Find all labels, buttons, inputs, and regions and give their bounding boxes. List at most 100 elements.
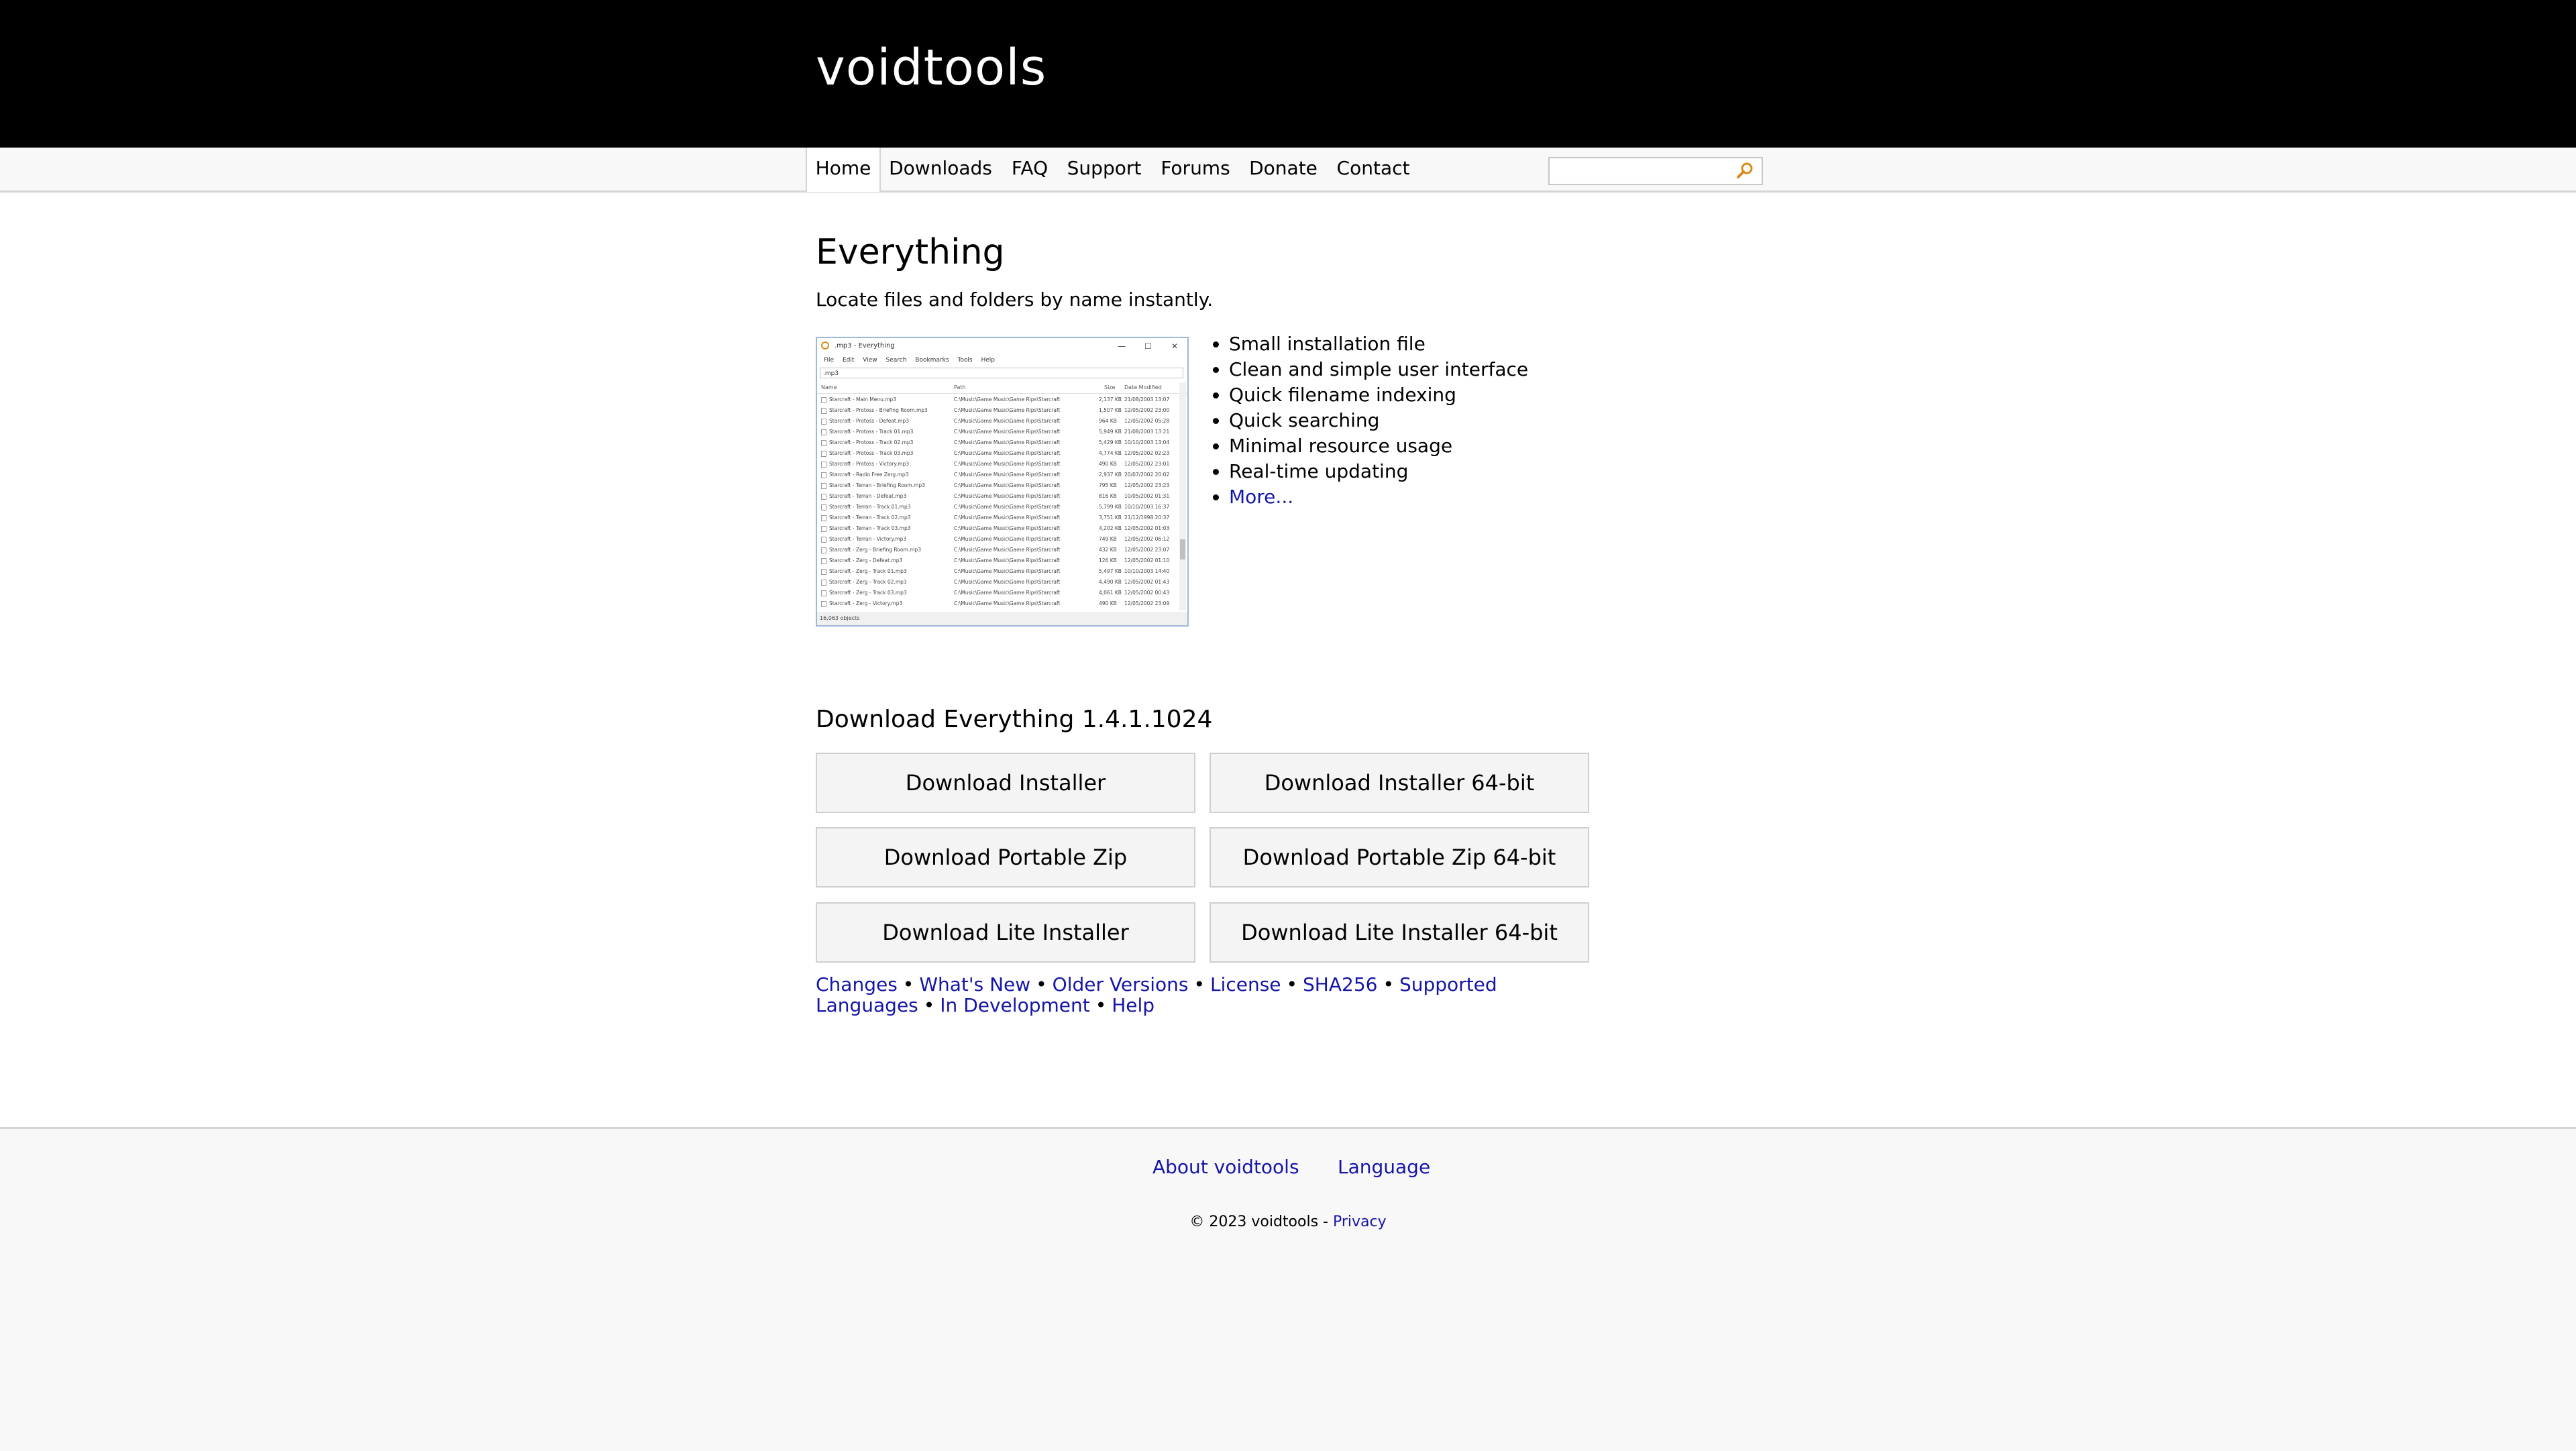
- screenshot-cell-date: 12/05/2002 01:03: [1124, 525, 1170, 531]
- screenshot-cell-size: 4,490 KB: [1099, 579, 1122, 585]
- site-logo[interactable]: voidtools: [816, 39, 1046, 97]
- screenshot-cell-date: 12/05/2002 23:00: [1124, 407, 1170, 413]
- screenshot-cell-name: Starcraft - Protoss - Defeat.mp3: [829, 418, 910, 424]
- page-title: Everything: [816, 232, 1005, 272]
- screenshot-cell-size: 5,799 KB: [1099, 504, 1122, 510]
- column-header: Name: [821, 384, 837, 390]
- screenshot-cell-date: 10/10/2003 16:37: [1124, 504, 1170, 510]
- tagline: Locate files and folders by name instant…: [816, 288, 1214, 311]
- file-icon: [821, 429, 826, 435]
- screenshot-result-row: Starcraft - Terran - Track 02.mp3 C:\Musi…: [817, 513, 1179, 523]
- screenshot-cell-size: 5,949 KB: [1099, 429, 1122, 435]
- file-icon: [821, 558, 826, 564]
- screenshot-cell-path: C:\Music\Game Music\Game Rips\Starcraft: [954, 590, 1061, 596]
- file-icon: [821, 451, 826, 457]
- screenshot-cell-path: C:\Music\Game Music\Game Rips\Starcraft: [954, 450, 1061, 456]
- screenshot-cell-date: 12/05/2002 23:23: [1124, 482, 1170, 488]
- about-voidtools-link[interactable]: About voidtools: [1152, 1156, 1299, 1178]
- changes-link[interactable]: Changes: [816, 973, 898, 996]
- screenshot-cell-size: 490 KB: [1099, 461, 1117, 467]
- nav-donate[interactable]: Donate: [1245, 148, 1322, 191]
- screenshot-cell-path: C:\Music\Game Music\Game Rips\Starcraft: [954, 396, 1061, 402]
- screenshot-result-row: Starcraft - Protoss - Track 03.mp3 C:\Mus…: [817, 448, 1179, 459]
- screenshot-menu-item: Help: [981, 357, 996, 364]
- screenshot-result-row: Starcraft - Zerg - Track 02.mp3 C:\Music\…: [817, 577, 1179, 588]
- screenshot-result-row: Starcraft - Terran - Briefing Room.mp3 C:…: [817, 480, 1179, 491]
- whats-new-link[interactable]: What's New: [919, 973, 1030, 996]
- screenshot-result-row: Starcraft - Terran - Victory.mp3 C:\Music…: [817, 534, 1179, 545]
- screenshot-cell-name: Starcraft - Protoss - Track 01.mp3: [829, 429, 914, 435]
- download-portable-zip-button[interactable]: Download Portable Zip: [816, 827, 1195, 888]
- link-separator: •: [923, 994, 935, 1016]
- screenshot-cell-name: Starcraft - Terran - Briefing Room.mp3: [829, 482, 925, 488]
- feature-item: Quick searching: [1229, 408, 1528, 433]
- nav-forums[interactable]: Forums: [1154, 148, 1237, 191]
- screenshot-cell-date: 12/05/2002 23:07: [1124, 547, 1170, 553]
- license-link[interactable]: License: [1210, 973, 1281, 996]
- site-header: voidtools: [0, 0, 2576, 148]
- screenshot-cell-name: Starcraft - Terran - Victory.mp3: [829, 536, 907, 542]
- nav-downloads[interactable]: Downloads: [885, 148, 996, 191]
- screenshot-cell-size: 2,137 KB: [1099, 396, 1122, 402]
- screenshot-cell-size: 4,774 KB: [1099, 450, 1122, 456]
- more-link[interactable]: More...: [1229, 486, 1293, 508]
- app-icon: [821, 341, 829, 350]
- help-link[interactable]: Help: [1112, 994, 1155, 1016]
- screenshot-result-row: Starcraft - Protoss - Track 01.mp3 C:\Mus…: [817, 427, 1179, 437]
- download-installer-64-button[interactable]: Download Installer 64-bit: [1210, 753, 1589, 813]
- screenshot-cell-size: 4,202 KB: [1099, 525, 1122, 531]
- screenshot-result-row: Starcraft - Protoss - Defeat.mp3 C:\Music…: [817, 416, 1179, 427]
- download-lite-installer-button[interactable]: Download Lite Installer: [816, 902, 1195, 963]
- screenshot-cell-date: 21/12/1998 20:37: [1124, 515, 1170, 521]
- screenshot-cell-path: C:\Music\Game Music\Game Rips\Starcraft: [954, 472, 1061, 478]
- screenshot-menubar: File Edit View Search Bookmarks Tools He…: [817, 354, 1187, 366]
- sha256-link[interactable]: SHA256: [1303, 973, 1377, 996]
- screenshot-cell-path: C:\Music\Game Music\Game Rips\Starcraft: [954, 418, 1061, 424]
- search-input[interactable]: [1548, 157, 1763, 185]
- privacy-link[interactable]: Privacy: [1333, 1214, 1387, 1230]
- screenshot-cell-name: Starcraft - Protoss - Victory.mp3: [829, 461, 910, 467]
- screenshot-cell-date: 20/07/2002 20:02: [1124, 472, 1170, 478]
- screenshot-cell-date: 10/10/2003 14:40: [1124, 568, 1170, 574]
- download-installer-button[interactable]: Download Installer: [816, 753, 1195, 813]
- file-icon: [821, 494, 826, 500]
- maximize-icon: ☐: [1144, 341, 1152, 351]
- nav-support[interactable]: Support: [1064, 148, 1144, 191]
- screenshot-cell-path: C:\Music\Game Music\Game Rips\Starcraft: [954, 461, 1061, 467]
- screenshot-menu-item: View: [863, 357, 877, 364]
- screenshot-cell-name: Starcraft - Terran - Defeat.mp3: [829, 493, 907, 499]
- screenshot-cell-size: 4,061 KB: [1099, 590, 1122, 596]
- copyright: © 2023 voidtools - Privacy: [0, 1214, 2576, 1230]
- file-icon: [821, 440, 826, 446]
- feature-item: Minimal resource usage: [1229, 433, 1528, 459]
- older-versions-link[interactable]: Older Versions: [1053, 973, 1189, 996]
- language-link[interactable]: Language: [1338, 1156, 1430, 1178]
- file-icon: [821, 537, 826, 543]
- screenshot-cell-path: C:\Music\Game Music\Game Rips\Starcraft: [954, 600, 1061, 606]
- download-portable-zip-64-button[interactable]: Download Portable Zip 64-bit: [1210, 827, 1589, 888]
- screenshot-cell-date: 21/08/2003 13:07: [1124, 396, 1170, 402]
- download-lite-installer-64-button[interactable]: Download Lite Installer 64-bit: [1210, 902, 1589, 963]
- screenshot-cell-date: 21/08/2003 13:21: [1124, 429, 1170, 435]
- screenshot-result-row: Starcraft - Zerg - Defeat.mp3 C:\Music\Ga…: [817, 555, 1179, 566]
- screenshot-cell-size: 749 KB: [1099, 536, 1117, 542]
- screenshot-result-row: Starcraft - Main Menu.mp3 C:\Music\Game M…: [817, 394, 1179, 405]
- link-separator: •: [1193, 973, 1205, 996]
- screenshot-cell-size: 5,429 KB: [1099, 439, 1122, 445]
- screenshot-menu-item: Tools: [957, 357, 973, 364]
- screenshot-cell-size: 964 KB: [1099, 418, 1117, 424]
- nav-faq[interactable]: FAQ: [1004, 148, 1056, 191]
- screenshot-cell-name: Starcraft - Zerg - Defeat.mp3: [829, 557, 903, 563]
- screenshot-cell-date: 10/05/2002 01:31: [1124, 493, 1170, 499]
- search-icon[interactable]: [1735, 160, 1755, 180]
- nav-home[interactable]: Home: [806, 148, 881, 192]
- file-icon: [821, 526, 826, 532]
- in-development-link[interactable]: In Development: [940, 994, 1089, 1016]
- screenshot-cell-path: C:\Music\Game Music\Game Rips\Starcraft: [954, 407, 1061, 413]
- screenshot-cell-size: 126 KB: [1099, 557, 1117, 563]
- link-separator: •: [1383, 973, 1394, 996]
- product-screenshot[interactable]: .mp3 - Everything — ☐ ✕ File Edit View S…: [816, 337, 1189, 627]
- screenshot-cell-date: 12/05/2002 05:28: [1124, 418, 1170, 424]
- screenshot-result-row: Starcraft - Zerg - Briefing Room.mp3 C:\M…: [817, 545, 1179, 555]
- nav-contact[interactable]: Contact: [1331, 148, 1415, 191]
